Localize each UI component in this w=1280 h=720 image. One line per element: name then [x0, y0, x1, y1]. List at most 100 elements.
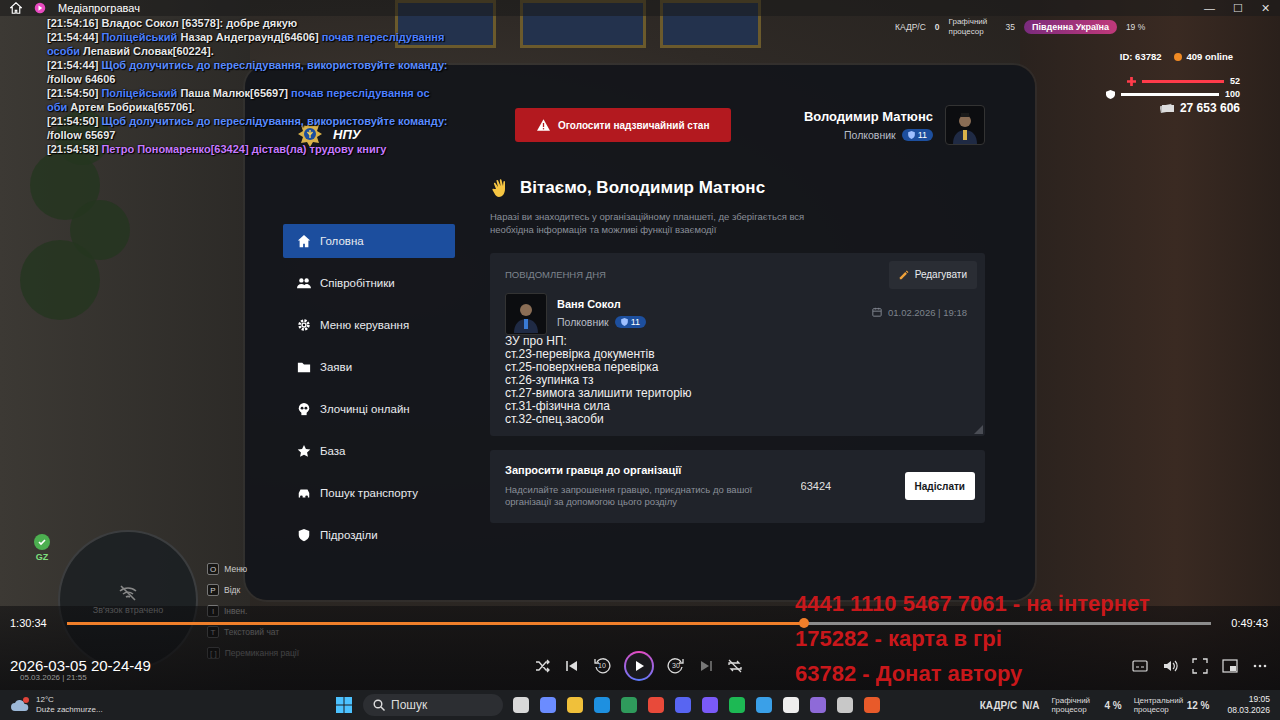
- app-icon[interactable]: [594, 697, 610, 713]
- subtitles-button[interactable]: [1132, 658, 1148, 674]
- emergency-button[interactable]: Оголосити надзвичайний стан: [515, 108, 731, 142]
- date-text: 01.02.2026 | 19:18: [888, 307, 967, 318]
- sidebar-item[interactable]: Заяви: [283, 350, 455, 384]
- user-avatar: [945, 105, 985, 145]
- previous-button[interactable]: [564, 658, 580, 674]
- player-id-input[interactable]: [799, 479, 895, 493]
- play-button[interactable]: [624, 651, 654, 681]
- sidebar-item[interactable]: Меню керування: [283, 308, 455, 342]
- skip-forward-seconds: 30: [667, 662, 685, 669]
- wave-hand-icon: [490, 177, 512, 199]
- rank-badge: 11: [902, 129, 933, 141]
- logo-text: НПУ: [333, 127, 361, 142]
- armor-bar-value: 100: [1225, 89, 1240, 99]
- more-icon: [1252, 658, 1268, 674]
- chat-line: /follow 65697: [47, 128, 448, 142]
- chat-segment: оби: [47, 101, 70, 113]
- start-button[interactable]: [335, 696, 353, 714]
- rank-label: Полковник: [557, 316, 609, 328]
- online-text: 409 online: [1187, 51, 1233, 62]
- zone-label: GZ: [36, 552, 49, 562]
- chat-line: [21:54:44] Щоб долучитись до переслідува…: [47, 58, 448, 72]
- app-icon[interactable]: [648, 697, 664, 713]
- sidebar-item[interactable]: Злочинці онлайн: [283, 392, 455, 426]
- app-icon[interactable]: [864, 697, 880, 713]
- chat-segment: Артем Бобрика[65706].: [70, 101, 195, 113]
- app-icon[interactable]: [567, 697, 583, 713]
- chat-segment: [21:54:44]: [47, 59, 101, 71]
- sidebar-item[interactable]: Співробітники: [283, 266, 455, 300]
- folder-icon: [297, 360, 311, 374]
- window-control-button[interactable]: ☐: [1233, 2, 1243, 15]
- emergency-label: Оголосити надзвичайний стан: [558, 120, 709, 131]
- system-stat: Центральний процесор12 %: [1134, 696, 1210, 714]
- chat-line: [21:54:50] Щоб долучитись до переслідува…: [47, 114, 448, 128]
- home-button[interactable]: [10, 2, 22, 14]
- author-rank: Полковник 11: [557, 316, 646, 328]
- chat-segment: Поліцейський: [101, 87, 180, 99]
- author-name: Ваня Сокол: [557, 298, 646, 310]
- taskbar-search[interactable]: Пошук: [363, 694, 503, 716]
- app-icon[interactable]: [621, 697, 637, 713]
- fullscreen-button[interactable]: [1192, 658, 1208, 674]
- motd-line: ст.25-поверхнева перевірка: [505, 361, 977, 374]
- resize-grip[interactable]: [974, 425, 983, 434]
- next-button[interactable]: [698, 658, 714, 674]
- window-control-button[interactable]: —: [1204, 2, 1215, 15]
- skip-back-seconds: 10: [593, 662, 611, 669]
- greeting-text: Вітаємо, Володимир Матюнс: [520, 178, 765, 198]
- seek-track[interactable]: [67, 622, 1211, 625]
- sidebar-item[interactable]: Підрозділи: [283, 518, 455, 552]
- app-icon[interactable]: [540, 697, 556, 713]
- player-id: ID: 63782: [1120, 51, 1162, 62]
- app-icon[interactable]: [837, 697, 853, 713]
- cloud-icon: [10, 697, 30, 713]
- taskbar-clock[interactable]: 19:0508.03.2026: [1227, 694, 1270, 716]
- search-icon: [373, 699, 385, 711]
- weather-widget[interactable]: 12°CDuże zachmurze...: [10, 695, 335, 715]
- sidebar-item[interactable]: Головна: [283, 224, 455, 258]
- armor-bar-fill: [1121, 93, 1219, 96]
- send-button[interactable]: Надіслати: [905, 472, 975, 500]
- edit-label: Редагувати: [915, 269, 967, 280]
- rank-label: Полковник: [844, 129, 896, 141]
- star-icon: [297, 444, 311, 458]
- app-icon[interactable]: [729, 697, 745, 713]
- search-placeholder: Пошук: [391, 698, 427, 712]
- overlay-line: 4441 1110 5467 7061 - на інтернет: [795, 586, 1150, 621]
- clock-time: 19:05: [1249, 694, 1270, 705]
- fps-value: 0: [935, 22, 940, 32]
- skip-back-button[interactable]: 10: [593, 657, 611, 675]
- app-icon[interactable]: [810, 697, 826, 713]
- rank-badge: 11: [615, 316, 646, 328]
- windows-icon: [335, 696, 353, 714]
- chat-segment: Назар Андеграунд[64606]: [180, 31, 321, 43]
- sidebar-label: Підрозділи: [320, 529, 378, 541]
- sidebar-item[interactable]: База: [283, 434, 455, 468]
- app-icon[interactable]: [675, 697, 691, 713]
- chat-segment: Щоб долучитись до переслідування, викори…: [101, 115, 447, 127]
- more-button[interactable]: [1252, 658, 1268, 674]
- skip-forward-button[interactable]: 30: [667, 657, 685, 675]
- app-icon[interactable]: [756, 697, 772, 713]
- edit-button[interactable]: Редагувати: [889, 261, 977, 289]
- app-icon[interactable]: [513, 697, 529, 713]
- motd-line: ЗУ про НП:: [505, 335, 977, 348]
- sidebar-item[interactable]: Пошук транспорту: [283, 476, 455, 510]
- app-icon[interactable]: [702, 697, 718, 713]
- sidebar-label: Заяви: [320, 361, 352, 373]
- performance-overlay: КАДР/С0Графічний процесор35Південна Укра…: [895, 17, 1145, 37]
- window-control-button[interactable]: ✕: [1261, 2, 1270, 15]
- fps-label: КАДР/С: [895, 22, 926, 32]
- warning-icon: [537, 119, 550, 131]
- video-frame: Медіапрогравач—☐✕[21:54:16] Владос Сокол…: [0, 0, 1280, 690]
- sidebar-label: Головна: [320, 235, 364, 247]
- repeat-button[interactable]: [727, 658, 743, 674]
- mini-player-button[interactable]: [1222, 658, 1238, 674]
- chat-segment: Паша Малюк[65697]: [180, 87, 291, 99]
- people-icon: [297, 276, 311, 290]
- app-icon[interactable]: [783, 697, 799, 713]
- volume-button[interactable]: [1162, 658, 1178, 674]
- shuffle-button[interactable]: [535, 658, 551, 674]
- key-label: Меню: [224, 564, 247, 574]
